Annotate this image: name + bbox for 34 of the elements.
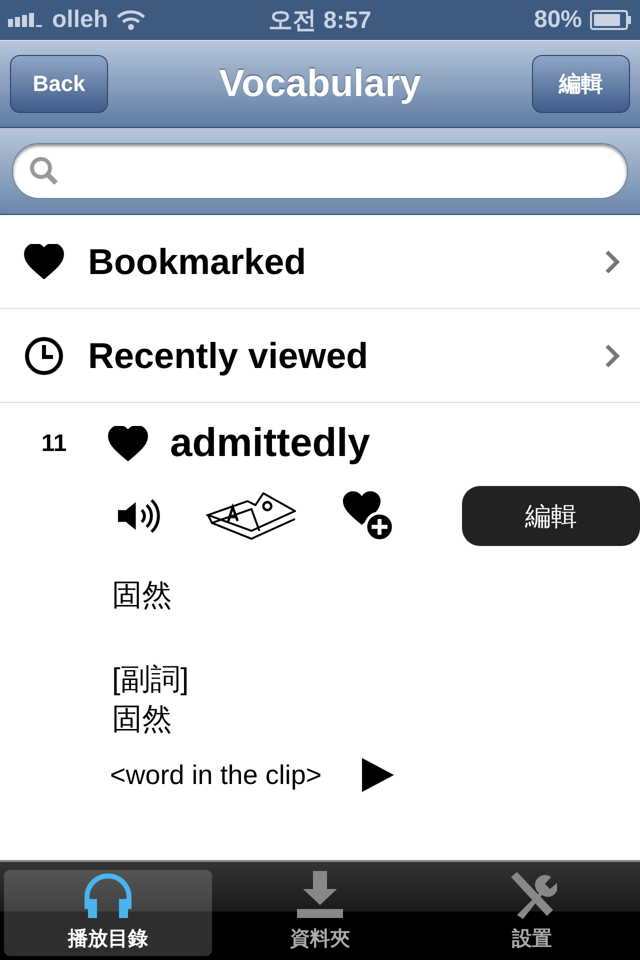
- tab-item[interactable]: 資料夾: [216, 870, 424, 956]
- meaning-text: 固然: [112, 578, 173, 614]
- status-time: 오전 8:57: [268, 6, 372, 36]
- battery-icon: [590, 10, 632, 30]
- battery-percent: 80%: [534, 6, 582, 34]
- vocabulary-word: admittedly: [170, 421, 370, 466]
- speaker-icon[interactable]: [116, 497, 160, 535]
- menu-row[interactable]: Bookmarked: [0, 215, 640, 309]
- back-button[interactable]: Back: [10, 55, 108, 113]
- tab-item[interactable]: 設置: [428, 870, 636, 956]
- dictionary-book-icon[interactable]: [206, 491, 296, 541]
- download-icon: [295, 871, 345, 919]
- entry-number: 11: [40, 430, 68, 458]
- menu-row[interactable]: Recently viewed: [0, 309, 640, 403]
- screen-title: Vocabulary: [218, 62, 422, 106]
- clock-icon: [24, 336, 64, 376]
- signal-icon: [8, 13, 44, 27]
- chevron-icon: [604, 248, 620, 274]
- tab-item[interactable]: 播放目錄: [4, 870, 212, 956]
- menu-label: Bookmarked: [88, 240, 308, 282]
- heart-icon: [24, 244, 64, 280]
- part-of-speech: [副詞]: [112, 662, 190, 698]
- edit-button[interactable]: 編輯: [462, 486, 640, 546]
- wifi-icon: [116, 9, 146, 31]
- edit-button[interactable]: 編輯: [532, 55, 630, 113]
- meaning-text: 固然: [112, 702, 173, 738]
- search-field[interactable]: [12, 143, 628, 199]
- chevron-icon: [604, 342, 620, 368]
- search-icon: [29, 156, 59, 186]
- play-icon[interactable]: [362, 758, 394, 792]
- clip-label: <word in the clip>: [110, 760, 322, 790]
- menu-label: Recently viewed: [88, 334, 370, 376]
- headphones-icon: [82, 871, 134, 919]
- carrier-name: olleh: [52, 6, 108, 34]
